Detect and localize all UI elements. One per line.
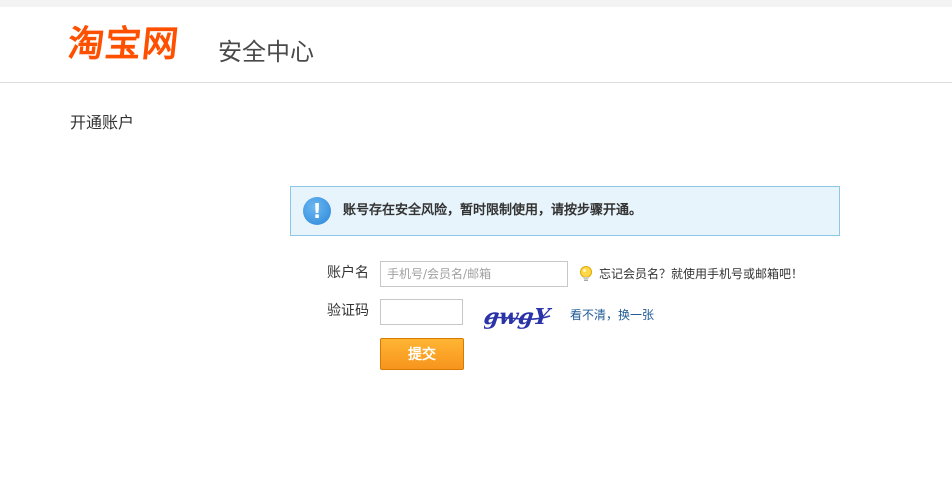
page-heading: 开通账户 (70, 113, 135, 132)
account-label: 账户名 (327, 265, 369, 281)
refresh-captcha-link-1[interactable]: 看不清 (570, 307, 606, 323)
refresh-separator: ， (606, 308, 619, 322)
taobao-logo[interactable]: 淘宝网 (66, 24, 181, 65)
refresh-captcha-link-2[interactable]: 换一张 (618, 307, 654, 323)
header: 淘宝网 安全中心 (0, 7, 952, 83)
section-title: 安全中心 (218, 38, 314, 66)
account-hint: 忘记会员名？就使用手机号或邮箱吧！ (599, 267, 804, 281)
notice-text: 账号存在安全风险，暂时限制使用，请按步骤开通。 (343, 203, 643, 218)
captcha-label: 验证码 (327, 303, 369, 319)
lightbulb-icon (580, 266, 592, 281)
account-input[interactable] (380, 261, 568, 287)
top-strip (0, 0, 952, 7)
captcha-image[interactable]: gwgY (484, 302, 554, 330)
risk-notice: ! 账号存在安全风险，暂时限制使用，请按步骤开通。 (290, 186, 840, 236)
captcha-input[interactable] (380, 299, 463, 325)
exclamation-icon: ! (303, 197, 331, 225)
submit-button[interactable]: 提交 (380, 338, 464, 370)
